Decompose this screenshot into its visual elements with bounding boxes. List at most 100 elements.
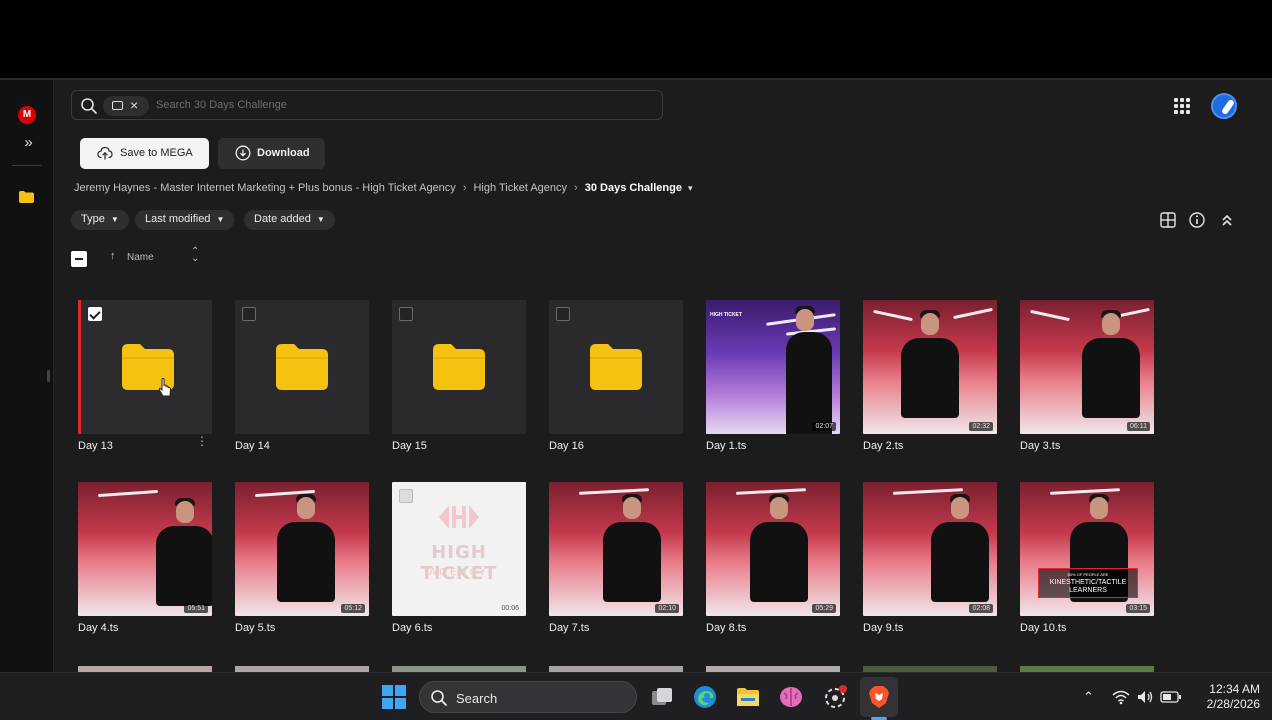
- video-duration: 02:32: [969, 422, 993, 431]
- taskbar-search[interactable]: Search: [419, 681, 637, 713]
- download-icon: [235, 145, 251, 161]
- item-checkbox[interactable]: [88, 307, 102, 321]
- video-thumbnail[interactable]: HIGH TICKET 02:07: [706, 300, 840, 434]
- video-tile[interactable]: 80% OF PEOPLE ARE KINESTHETIC/TACTILE LE…: [1020, 482, 1154, 636]
- video-thumbnail[interactable]: 05:12: [235, 482, 369, 616]
- item-name: Day 4.ts: [78, 622, 119, 634]
- edge-browser-icon[interactable]: [692, 684, 718, 710]
- breadcrumb-item[interactable]: Jeremy Haynes - Master Internet Marketin…: [74, 182, 456, 194]
- task-view-icon[interactable]: [649, 684, 675, 710]
- folder-scope-icon: [112, 101, 123, 110]
- item-checkbox[interactable]: [556, 307, 570, 321]
- filter-date-added[interactable]: Date added ▼: [244, 210, 335, 230]
- folder-tile[interactable]: Day 15: [392, 300, 526, 454]
- item-name: Day 6.ts: [392, 622, 433, 634]
- video-duration: 05:29: [812, 604, 836, 613]
- info-icon[interactable]: [1188, 211, 1206, 229]
- mega-logo-icon[interactable]: M: [18, 106, 36, 124]
- sort-name-label[interactable]: Name: [127, 252, 154, 263]
- battery-icon[interactable]: [1160, 690, 1182, 704]
- rail-resize-handle[interactable]: [47, 370, 50, 382]
- video-thumbnail[interactable]: 06:11: [1020, 300, 1154, 434]
- video-tile[interactable]: 02:10 Day 7.ts: [549, 482, 683, 636]
- search-bar[interactable]: ×: [71, 90, 663, 120]
- volume-icon[interactable]: [1136, 689, 1154, 705]
- filter-last-modified-label: Last modified: [145, 213, 211, 225]
- system-clock[interactable]: 12:34 AM 2/28/2026: [1190, 682, 1260, 712]
- download-button[interactable]: Download: [218, 138, 325, 169]
- brave-browser-icon[interactable]: [866, 684, 892, 710]
- search-icon: [81, 98, 97, 114]
- video-tile[interactable]: 05:12 Day 5.ts: [235, 482, 369, 636]
- sort-toggle-icon[interactable]: ⌃ ⌄: [191, 247, 199, 264]
- item-checkbox[interactable]: [399, 489, 413, 503]
- thumbnail-image: [863, 300, 997, 434]
- folder-icon: [590, 344, 642, 390]
- caption-text: KINESTHETIC/TACTILE LEARNERS: [1049, 579, 1127, 594]
- cloud-drive-folder-icon[interactable]: [19, 191, 34, 203]
- windows-start-icon[interactable]: [382, 685, 406, 709]
- folder-thumbnail[interactable]: [549, 300, 683, 434]
- clock-date: 2/28/2026: [1206, 697, 1260, 711]
- watermark-subtext: AGENCY: [429, 567, 489, 578]
- video-thumbnail[interactable]: 02:10: [549, 482, 683, 616]
- save-to-mega-button[interactable]: Save to MEGA: [80, 138, 209, 169]
- file-explorer-icon[interactable]: [735, 684, 761, 710]
- video-tile[interactable]: 05:29 Day 8.ts: [706, 482, 840, 636]
- folder-icon: [433, 344, 485, 390]
- video-tile[interactable]: 06:11 Day 3.ts: [1020, 300, 1154, 454]
- video-duration: 00:06: [501, 605, 519, 612]
- video-thumbnail[interactable]: 02:08: [863, 482, 997, 616]
- agency-logo-icon: [439, 505, 479, 529]
- apps-grid-icon[interactable]: [1174, 98, 1190, 114]
- collapse-up-icon[interactable]: [1218, 211, 1236, 229]
- grid-view-icon[interactable]: [1159, 211, 1177, 229]
- video-thumbnail[interactable]: 05:51: [78, 482, 212, 616]
- item-name: Day 7.ts: [549, 622, 590, 634]
- mega-app-window: M » × Search 30 Days Challenge Save to M…: [0, 78, 1272, 676]
- app-notification-icon[interactable]: [822, 684, 848, 710]
- folder-thumbnail[interactable]: [392, 300, 526, 434]
- folder-tile[interactable]: Day 13 ⋮: [78, 300, 212, 454]
- folder-tile[interactable]: Day 16: [549, 300, 683, 454]
- chevron-up-icon[interactable]: ⌃: [1083, 689, 1094, 705]
- video-tile[interactable]: 05:51 Day 4.ts: [78, 482, 212, 636]
- folder-thumbnail[interactable]: [78, 300, 212, 434]
- video-tile[interactable]: 02:08 Day 9.ts: [863, 482, 997, 636]
- video-thumbnail[interactable]: HIGH TICKET AGENCY 00:06: [392, 482, 526, 616]
- item-name: Day 3.ts: [1020, 440, 1061, 452]
- taskbar: Search ⌃ 12:34 AM 2/28/2026: [0, 672, 1272, 720]
- folder-tile[interactable]: Day 14: [235, 300, 369, 454]
- item-name: Day 15: [392, 440, 427, 452]
- brain-app-icon[interactable]: [778, 684, 804, 710]
- folder-thumbnail[interactable]: [235, 300, 369, 434]
- filter-type[interactable]: Type ▼: [71, 210, 129, 230]
- more-options-icon[interactable]: ⋮: [196, 435, 208, 447]
- video-thumbnail[interactable]: 80% OF PEOPLE ARE KINESTHETIC/TACTILE LE…: [1020, 482, 1154, 616]
- wifi-icon[interactable]: [1112, 689, 1130, 705]
- filter-last-modified[interactable]: Last modified ▼: [135, 210, 235, 230]
- breadcrumb-item[interactable]: High Ticket Agency: [473, 182, 567, 194]
- folder-scope-chip[interactable]: ×: [103, 96, 149, 116]
- video-tile[interactable]: HIGH TICKET 02:07 Day 1.ts: [706, 300, 840, 454]
- thumbnail-image: [863, 482, 997, 616]
- item-checkbox[interactable]: [242, 307, 256, 321]
- item-name: Day 8.ts: [706, 622, 747, 634]
- chevron-down-icon[interactable]: ▾: [688, 183, 693, 194]
- clear-scope-icon[interactable]: ×: [130, 97, 138, 113]
- video-thumbnail[interactable]: 05:29: [706, 482, 840, 616]
- folder-icon: [276, 344, 328, 390]
- caption-small-text: 80% OF PEOPLE ARE: [1067, 572, 1109, 577]
- video-thumbnail[interactable]: 02:32: [863, 300, 997, 434]
- sort-ascending-icon[interactable]: ↑: [110, 250, 122, 266]
- search-input[interactable]: [156, 95, 636, 115]
- expand-sidebar-icon[interactable]: »: [17, 135, 37, 151]
- video-tile[interactable]: 02:32 Day 2.ts: [863, 300, 997, 454]
- item-checkbox[interactable]: [399, 307, 413, 321]
- avatar[interactable]: [1211, 93, 1237, 119]
- breadcrumb-current[interactable]: 30 Days Challenge: [585, 182, 682, 194]
- item-name: Day 5.ts: [235, 622, 276, 634]
- video-tile[interactable]: HIGH TICKET AGENCY 00:06 Day 6.ts: [392, 482, 526, 636]
- thumbnail-caption: 80% OF PEOPLE ARE KINESTHETIC/TACTILE LE…: [1038, 568, 1138, 598]
- select-all-checkbox[interactable]: [71, 251, 87, 267]
